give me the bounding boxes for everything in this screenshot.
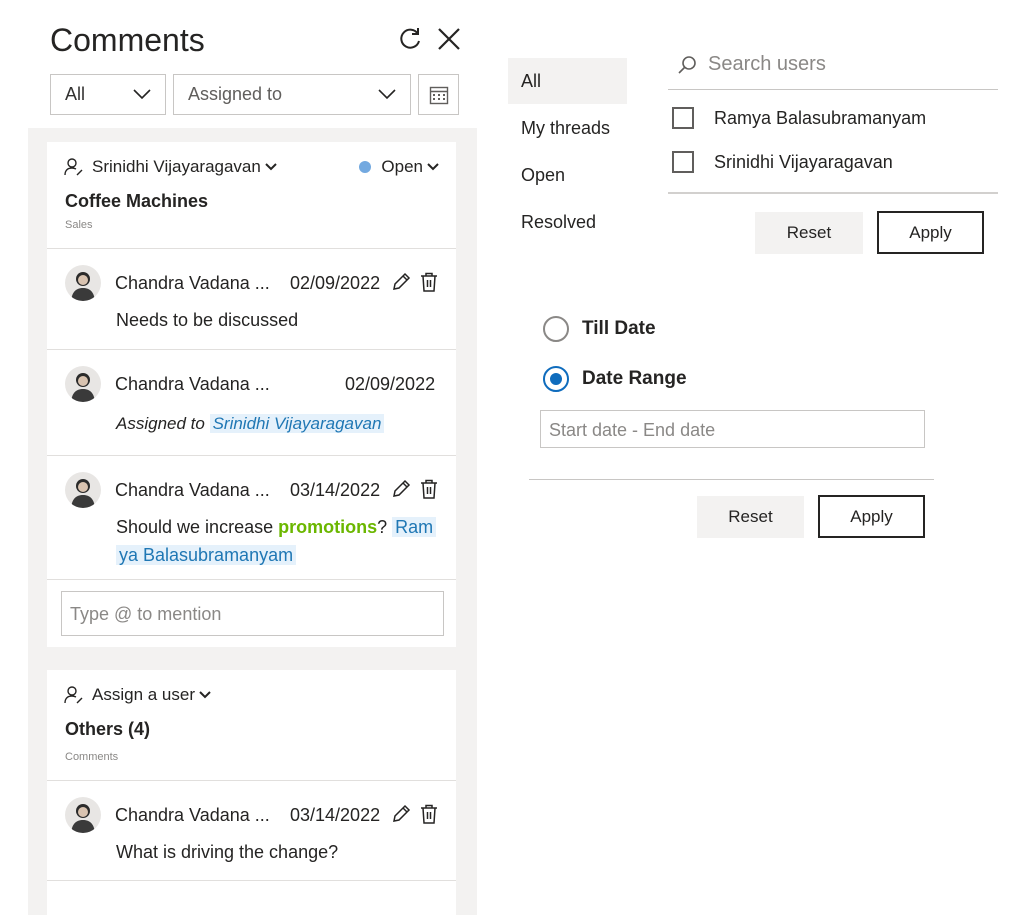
comment-text: Should we increase promotions? Ram ya Bal… [116,513,446,569]
user-option-label: Ramya Balasubramanyam [714,107,927,128]
delete-icon[interactable] [418,271,440,293]
comment-author: Chandra Vadana ... [115,374,270,394]
status-dropdown[interactable]: Open [359,157,439,177]
thread-filter-open[interactable]: Open [508,152,627,198]
thread-header: Srinidhi Vijayaragavan Open Coffee Machi… [47,142,456,249]
comments-title: Comments [50,22,205,58]
comment-date: 03/14/2022 [290,480,381,500]
user-option-label: Srinidhi Vijayaragavan [714,151,893,172]
assignment-note: Assigned to Srinidhi Vijayaragavan [116,414,385,434]
view-filter-value: All [65,84,86,104]
delete-icon[interactable] [418,478,440,500]
assigned-filter-placeholder: Assigned to [188,84,283,104]
assignee-dropdown[interactable]: Srinidhi Vijayaragavan [64,157,277,177]
chevron-down-icon [133,89,151,100]
comment-text: What is driving the change? [116,842,339,862]
view-filter-dropdown[interactable]: All [50,74,166,115]
thread-card: Srinidhi Vijayaragavan Open Coffee Machi… [47,142,456,647]
person-icon [64,686,83,704]
mention-input[interactable]: Type @ to mention [61,591,444,636]
status-dot [359,161,372,173]
comment-item: Chandra Vadana ... 03/14/2022 Should we … [47,456,456,580]
assignee-name: Srinidhi Vijayaragavan [92,157,261,176]
comment-author: Chandra Vadana ... [115,805,270,825]
user-mention[interactable]: Ram [392,517,437,537]
comment-date: 03/14/2022 [290,805,381,825]
avatar [65,797,101,833]
date-range-label: Date Range [582,368,687,389]
user-search-input[interactable]: Search users [668,40,998,90]
date-range-option[interactable]: Date Range [543,366,687,392]
person-icon [64,158,83,176]
thread-subtitle: Sales [65,219,93,231]
delete-icon[interactable] [418,803,440,825]
till-date-radio[interactable] [543,316,569,342]
edit-icon[interactable] [390,271,412,293]
calendar-icon [429,86,448,104]
close-icon[interactable] [434,24,464,54]
avatar [65,366,101,402]
comment-text: Needs to be discussed [116,310,299,330]
edit-icon[interactable] [390,803,412,825]
assigned-filter-dropdown[interactable]: Assigned to [173,74,411,115]
comment-author: Chandra Vadana ... [115,480,270,500]
thread-subtitle: Comments [65,751,119,763]
comment-date: 02/09/2022 [345,374,436,394]
keyword-highlight: promotions [278,517,378,537]
chevron-down-icon [265,163,277,171]
thread-filter-my-threads[interactable]: My threads [508,105,627,151]
assigned-user-mention[interactable]: Srinidhi Vijayaragavan [209,414,385,433]
chevron-down-icon [427,163,439,171]
chevron-down-icon [378,89,396,100]
thread-filter-resolved[interactable]: Resolved [508,199,627,245]
user-checkbox[interactable] [672,151,694,173]
divider [529,479,934,480]
comment-item: Chandra Vadana ... 03/14/2022 What is dr… [47,781,456,881]
user-checkbox[interactable] [672,107,694,129]
assignee-dropdown[interactable]: Assign a user [64,685,211,705]
user-option[interactable]: Srinidhi Vijayaragavan [672,151,893,173]
user-filter-reset-button[interactable]: Reset [755,212,863,254]
comment-text-end: ? [377,517,393,537]
search-icon [678,55,696,74]
edit-icon[interactable] [390,478,412,500]
comment-item: Chandra Vadana ... 02/09/2022 Needs to b… [47,249,456,350]
thread-card: Assign a user Others (4) Comments Chandr… [47,670,456,915]
refresh-icon[interactable] [395,24,425,54]
date-filter-reset-button[interactable]: Reset [697,496,804,538]
date-range-radio[interactable] [543,366,569,392]
avatar [65,472,101,508]
user-option[interactable]: Ramya Balasubramanyam [672,107,926,129]
status-label: Open [381,157,423,176]
thread-header: Assign a user Others (4) Comments [47,670,456,781]
assignment-prefix: Assigned to [116,414,205,433]
comment-text-start: Should we increase [116,517,279,537]
date-filter-apply-button[interactable]: Apply [818,495,925,538]
assignee-name: Assign a user [92,685,195,704]
user-mention[interactable]: ya Balasubramanyam [116,545,297,565]
user-search-placeholder: Search users [708,53,826,75]
divider [668,192,998,194]
thread-filter-all[interactable]: All [508,58,627,104]
thread-title: Coffee Machines [65,191,209,211]
user-filter-apply-button[interactable]: Apply [877,211,984,254]
till-date-label: Till Date [582,318,656,339]
till-date-option[interactable]: Till Date [543,316,656,342]
thread-title: Others (4) [65,719,151,739]
avatar [65,265,101,301]
comment-item: Chandra Vadana ... 02/09/2022 Assigned t… [47,350,456,456]
date-filter-button[interactable] [418,74,459,115]
comment-author: Chandra Vadana ... [115,273,270,293]
date-range-input[interactable]: Start date - End date [540,410,925,448]
comment-date: 02/09/2022 [290,273,381,293]
chevron-down-icon [199,691,211,699]
